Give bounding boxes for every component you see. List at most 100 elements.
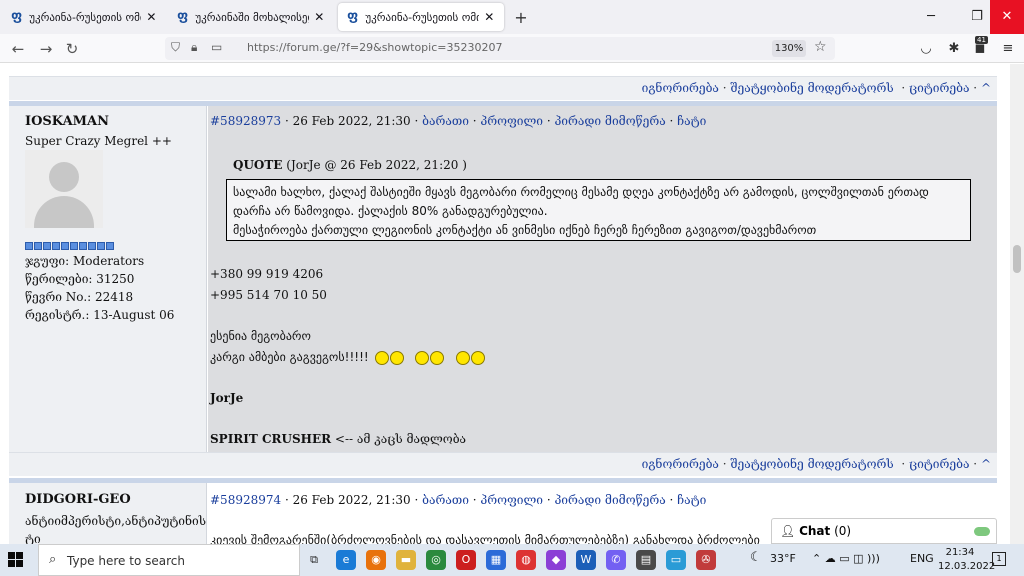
- clock-date: 12.03.2022: [938, 561, 996, 572]
- app-icon[interactable]: ▦: [486, 550, 506, 570]
- menu-hamburger-icon[interactable]: ≡: [1000, 41, 1016, 57]
- post-header: #58928973 · 26 Feb 2022, 21:30 · ბარათი …: [210, 114, 707, 128]
- report-moderator-link[interactable]: შეატყობინე მოდერატორს: [730, 457, 893, 471]
- scrollbar-thumb[interactable]: [1013, 245, 1021, 273]
- private-message-link[interactable]: პირადი მიმოწერა: [554, 114, 665, 128]
- private-message-link[interactable]: პირადი მიმოწერა: [554, 493, 665, 507]
- clock[interactable]: 21:34 12.03.2022: [938, 546, 996, 574]
- weather-moon-icon[interactable]: ☾: [750, 550, 762, 565]
- close-tab-icon[interactable]: ✕: [313, 10, 326, 24]
- forum-ge-favicon-icon: ფ: [347, 9, 359, 24]
- signature-bold: SPIRIT CRUSHER: [210, 432, 332, 446]
- smiley-icon: [471, 350, 486, 365]
- chat-count: (0): [834, 524, 852, 538]
- chat-toggle[interactable]: [974, 527, 990, 536]
- author-username[interactable]: DIDGORI-GEO: [25, 492, 131, 507]
- report-moderator-link[interactable]: შეატყობინე მოდერატორს: [730, 81, 893, 95]
- browser-tab-3-active[interactable]: ფ უკრაინა-რუსეთის ომი!! მ ხ ✕: [338, 3, 504, 31]
- browser-tab-1[interactable]: ფ უკრაინა-რუსეთის ომი!! მ ხ ✕: [2, 3, 166, 31]
- task-view-icon[interactable]: ⧉: [304, 550, 324, 570]
- author-registered: რეგისტრ.: 13-August 06: [25, 308, 175, 322]
- chat-link[interactable]: ჩატი: [677, 493, 706, 507]
- signature-name: JorJe: [210, 391, 244, 405]
- minimize-icon[interactable]: ─: [908, 0, 954, 34]
- reload-icon[interactable]: ↻: [62, 39, 82, 59]
- quote-line: მესაჭიროება ქართული ლეგიონის კონტაქტი ან…: [233, 223, 817, 237]
- permissions-icon[interactable]: ▭: [211, 40, 222, 54]
- back-to-top-link[interactable]: ^: [981, 81, 991, 95]
- author-panel: DIDGORI-GEO ანტიიმპერისტი,ანტიპუტინის ტი: [9, 483, 207, 544]
- author-info: ჯგუფი: Moderators წერილები: 31250 წევრი …: [25, 252, 174, 324]
- taskbar-search[interactable]: ⌕ Type here to search: [38, 544, 300, 576]
- profile-link[interactable]: პროფილი: [480, 114, 543, 128]
- ignore-link[interactable]: იგნორირება: [642, 457, 719, 471]
- smiley-icon: [374, 350, 389, 365]
- close-tab-icon[interactable]: ✕: [483, 10, 496, 24]
- pocket-icon[interactable]: ◡: [918, 41, 934, 57]
- post-header: #58928974 · 26 Feb 2022, 21:30 · ბარათი …: [210, 493, 707, 507]
- app-icon[interactable]: ◆: [546, 550, 566, 570]
- url-text[interactable]: https://forum.ge/?f=29&showtopic=3523020…: [247, 41, 502, 54]
- browser-tab-2[interactable]: ფ უკრაინაში მოხალისედ წას ✕: [168, 3, 334, 31]
- back-to-top-link[interactable]: ^: [981, 457, 991, 471]
- chrome-icon[interactable]: ◎: [426, 550, 446, 570]
- signature-text: <-- ამ კაცს მადლობა: [331, 432, 467, 446]
- extension-puzzle-icon[interactable]: ✱: [946, 41, 962, 57]
- viber-icon[interactable]: ✆: [606, 550, 626, 570]
- new-tab-icon[interactable]: +: [512, 8, 530, 27]
- signature-line: SPIRIT CRUSHER <-- ამ კაცს მადლობა: [210, 432, 466, 446]
- shield-icon[interactable]: ⛉: [171, 40, 180, 55]
- edge-icon[interactable]: e: [336, 550, 356, 570]
- chat-widget[interactable]: 👤︎ Chat (0): [771, 518, 997, 544]
- file-explorer-icon[interactable]: ▬: [396, 550, 416, 570]
- app-icon[interactable]: ▤: [636, 550, 656, 570]
- phone-number: +380 99 919 4206: [210, 267, 324, 281]
- ignore-link[interactable]: იგნორირება: [642, 81, 719, 95]
- app-icon[interactable]: ▭: [666, 550, 686, 570]
- forum-ge-favicon-icon: ფ: [177, 9, 189, 24]
- post-text-line: კარგი ამბები გაგვეგოს!!!!!: [210, 350, 486, 365]
- card-link[interactable]: ბარათი: [422, 114, 469, 128]
- word-icon[interactable]: W: [576, 550, 596, 570]
- windows-start-icon[interactable]: [8, 552, 24, 568]
- back-icon[interactable]: ←: [8, 39, 28, 59]
- forward-icon[interactable]: →: [36, 39, 56, 59]
- chat-users-icon: 👤︎: [780, 524, 796, 538]
- quote-link[interactable]: ციტირება: [909, 81, 969, 95]
- card-link[interactable]: ბარათი: [422, 493, 469, 507]
- post-action-bar: იგნორირება · შეატყობინე მოდერატორს · ციტ…: [9, 452, 997, 476]
- windows-taskbar: ⌕ Type here to search ⧉ e ◉ ▬ ◎ O ▦ ◍ ◆ …: [0, 544, 1024, 576]
- tray-icons[interactable]: ⌃ ☁ ▭ ◫ ))): [812, 552, 880, 565]
- post-action-bar: იგნორირება · შეატყობინე მოდერატორს · ციტ…: [9, 76, 997, 100]
- language-indicator[interactable]: ENG: [910, 552, 934, 565]
- chat-link[interactable]: ჩატი: [677, 114, 706, 128]
- post-id-link[interactable]: #58928973: [210, 114, 281, 128]
- post-id-link[interactable]: #58928974: [210, 493, 281, 507]
- separator: ·: [973, 457, 978, 471]
- notification-icon[interactable]: 1: [992, 552, 1006, 566]
- app-icon[interactable]: ✇: [696, 550, 716, 570]
- chat-label: Chat: [799, 524, 831, 538]
- author-username[interactable]: IOSKAMAN: [25, 114, 109, 129]
- zoom-level[interactable]: 130%: [772, 40, 806, 57]
- avatar: [25, 150, 103, 228]
- author-post-count: წერილები: 31250: [25, 272, 135, 286]
- bookmark-star-icon[interactable]: ☆: [814, 39, 827, 55]
- window-close-icon[interactable]: ✕: [990, 0, 1024, 34]
- page-scrollbar[interactable]: [1010, 64, 1024, 544]
- post-text: ესენია მეგობარო: [210, 329, 311, 343]
- author-title: ანტიიმპერისტი,ანტიპუტინის: [25, 514, 207, 528]
- close-tab-icon[interactable]: ✕: [145, 10, 158, 24]
- opera-icon[interactable]: O: [456, 550, 476, 570]
- firefox-icon[interactable]: ◉: [366, 550, 386, 570]
- smiley-icon: [456, 350, 471, 365]
- search-icon: ⌕: [49, 552, 57, 567]
- weather-temp[interactable]: 33°F: [770, 552, 796, 565]
- lock-icon[interactable]: 🔒︎: [191, 40, 197, 55]
- app-icon[interactable]: ◍: [516, 550, 536, 570]
- profile-link[interactable]: პროფილი: [480, 493, 543, 507]
- quote-link[interactable]: ციტირება: [909, 457, 969, 471]
- tab-title: უკრაინა-რუსეთის ომი!! მ ხ: [365, 10, 478, 24]
- separator: ·: [722, 457, 727, 471]
- address-bar[interactable]: ⛉ 🔒︎ ▭ https://forum.ge/?f=29&showtopic=…: [165, 37, 835, 60]
